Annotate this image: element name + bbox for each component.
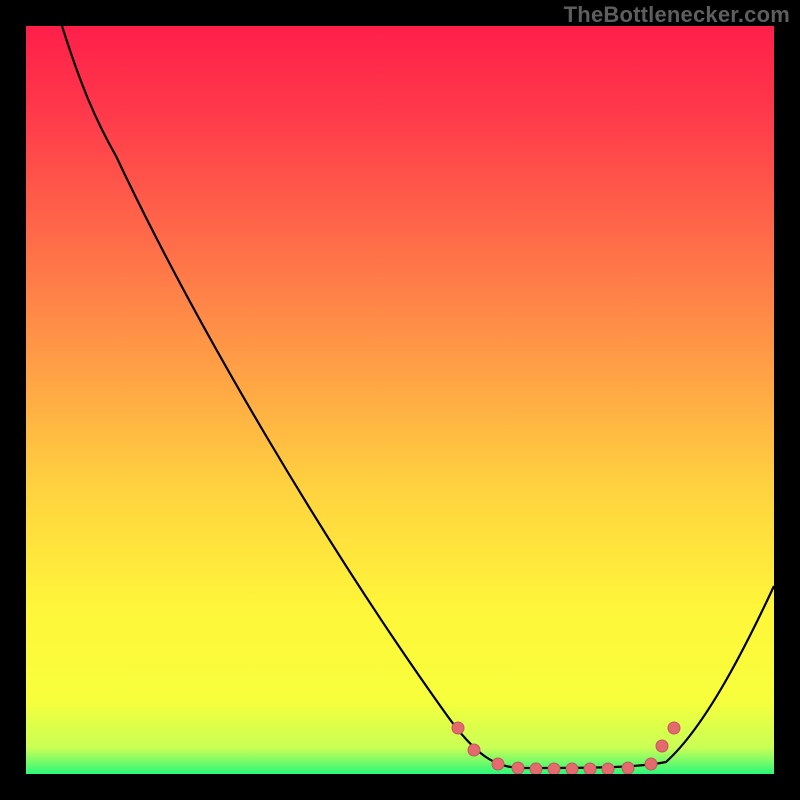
marker-dot [668, 722, 680, 734]
chart-frame: TheBottlenecker.com [0, 0, 800, 800]
marker-dot [645, 758, 657, 770]
plot-svg [26, 26, 774, 774]
marker-dot [656, 740, 668, 752]
marker-dot [622, 762, 634, 774]
marker-dot [452, 722, 464, 734]
marker-dot [468, 744, 480, 756]
gradient-background [26, 26, 774, 774]
marker-dot [512, 762, 524, 774]
marker-dot [492, 758, 504, 770]
marker-dot [530, 763, 542, 774]
marker-dot [602, 763, 614, 774]
watermark-text: TheBottlenecker.com [564, 2, 790, 28]
plot-area [26, 26, 774, 774]
marker-dot [566, 763, 578, 774]
marker-dot [548, 763, 560, 774]
marker-dot [584, 763, 596, 774]
